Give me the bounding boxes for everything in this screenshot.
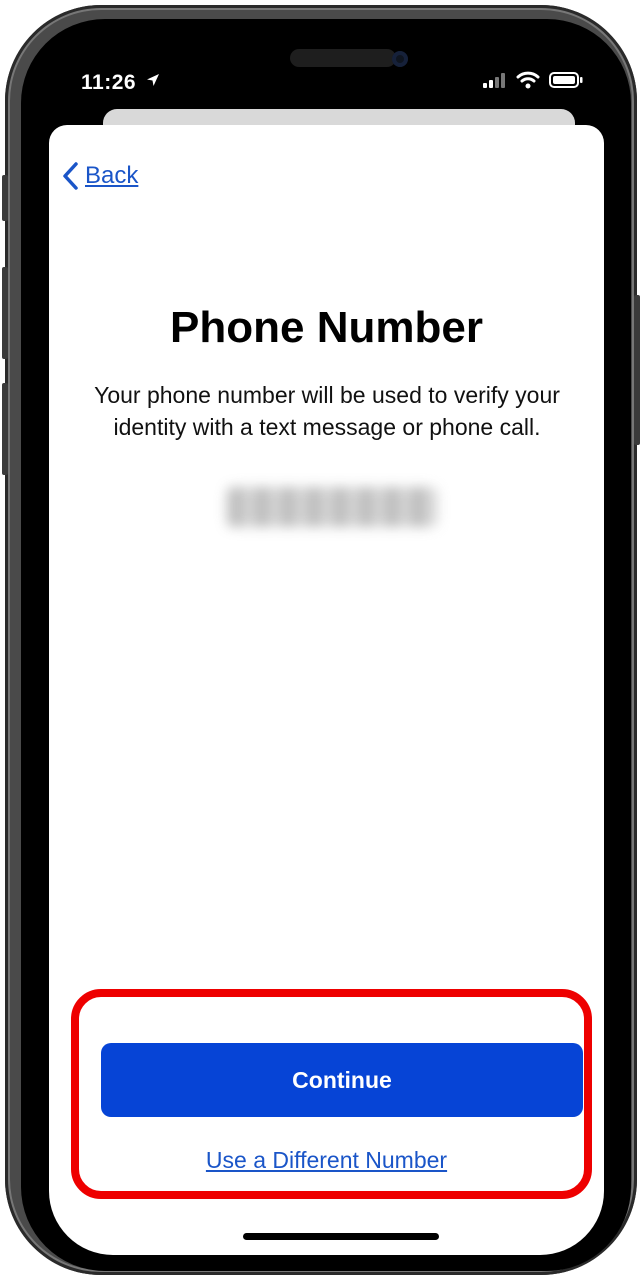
page-description: Your phone number will be used to verify… bbox=[94, 382, 560, 440]
back-label: Back bbox=[85, 162, 139, 189]
location-arrow-icon bbox=[147, 74, 159, 86]
use-different-number-link[interactable]: Use a Different Number bbox=[49, 1147, 604, 1174]
screen: 11:26 Back Phone Number Your phone numbe… bbox=[21, 19, 631, 1271]
side-button-volume-down bbox=[2, 383, 8, 475]
side-button-power bbox=[634, 295, 640, 445]
phone-frame: 11:26 Back Phone Number Your phone numbe… bbox=[2, 5, 640, 1275]
phone-number-sheet: Back Phone Number Your phone number will… bbox=[49, 125, 604, 1255]
home-indicator[interactable] bbox=[243, 1233, 439, 1240]
side-button-volume-up bbox=[2, 267, 8, 359]
status-time: 11:26 bbox=[81, 71, 137, 94]
battery-icon bbox=[549, 72, 583, 88]
cellular-signal-icon bbox=[483, 73, 505, 88]
continue-button[interactable]: Continue bbox=[101, 1043, 583, 1117]
status-bar: 11:26 bbox=[21, 19, 631, 119]
back-button[interactable]: Back bbox=[61, 161, 138, 191]
chevron-left-icon bbox=[63, 162, 78, 190]
page-title: Phone Number bbox=[170, 303, 483, 352]
earpiece-speaker bbox=[290, 49, 396, 67]
redacted-phone-number bbox=[227, 487, 437, 527]
side-button-mute bbox=[2, 175, 8, 221]
wifi-icon bbox=[516, 71, 540, 89]
status-icons bbox=[483, 71, 583, 89]
continue-label: Continue bbox=[292, 1066, 392, 1093]
front-camera bbox=[392, 51, 408, 67]
